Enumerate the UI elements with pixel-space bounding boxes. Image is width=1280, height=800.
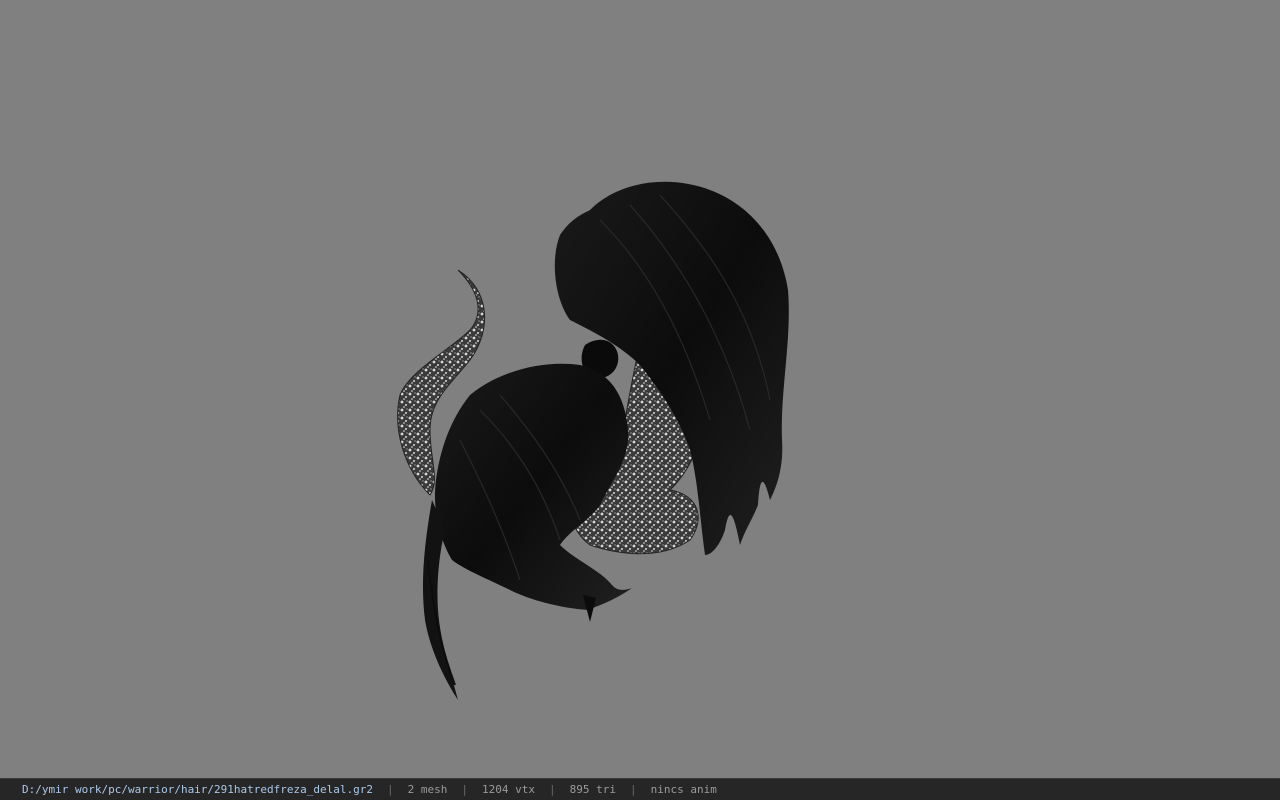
status-bar: D:/ymir work/pc/warrior/hair/291hatredfr… (0, 778, 1280, 800)
animation-status-label: nincs anim (650, 783, 717, 796)
status-separator: | (629, 783, 637, 796)
mesh-count-label: 2 mesh (407, 783, 448, 796)
triangle-count-label: 895 tri (569, 783, 616, 796)
file-path-label: D:/ymir work/pc/warrior/hair/291hatredfr… (22, 783, 373, 796)
status-separator: | (387, 783, 394, 796)
hair-lower-mass (434, 363, 632, 610)
vertex-count-label: 1204 vtx (482, 783, 535, 796)
status-separator: | (548, 783, 556, 796)
status-separator: | (461, 783, 468, 796)
3d-viewport[interactable] (0, 0, 1280, 778)
hair-model-render[interactable] (0, 0, 1280, 778)
